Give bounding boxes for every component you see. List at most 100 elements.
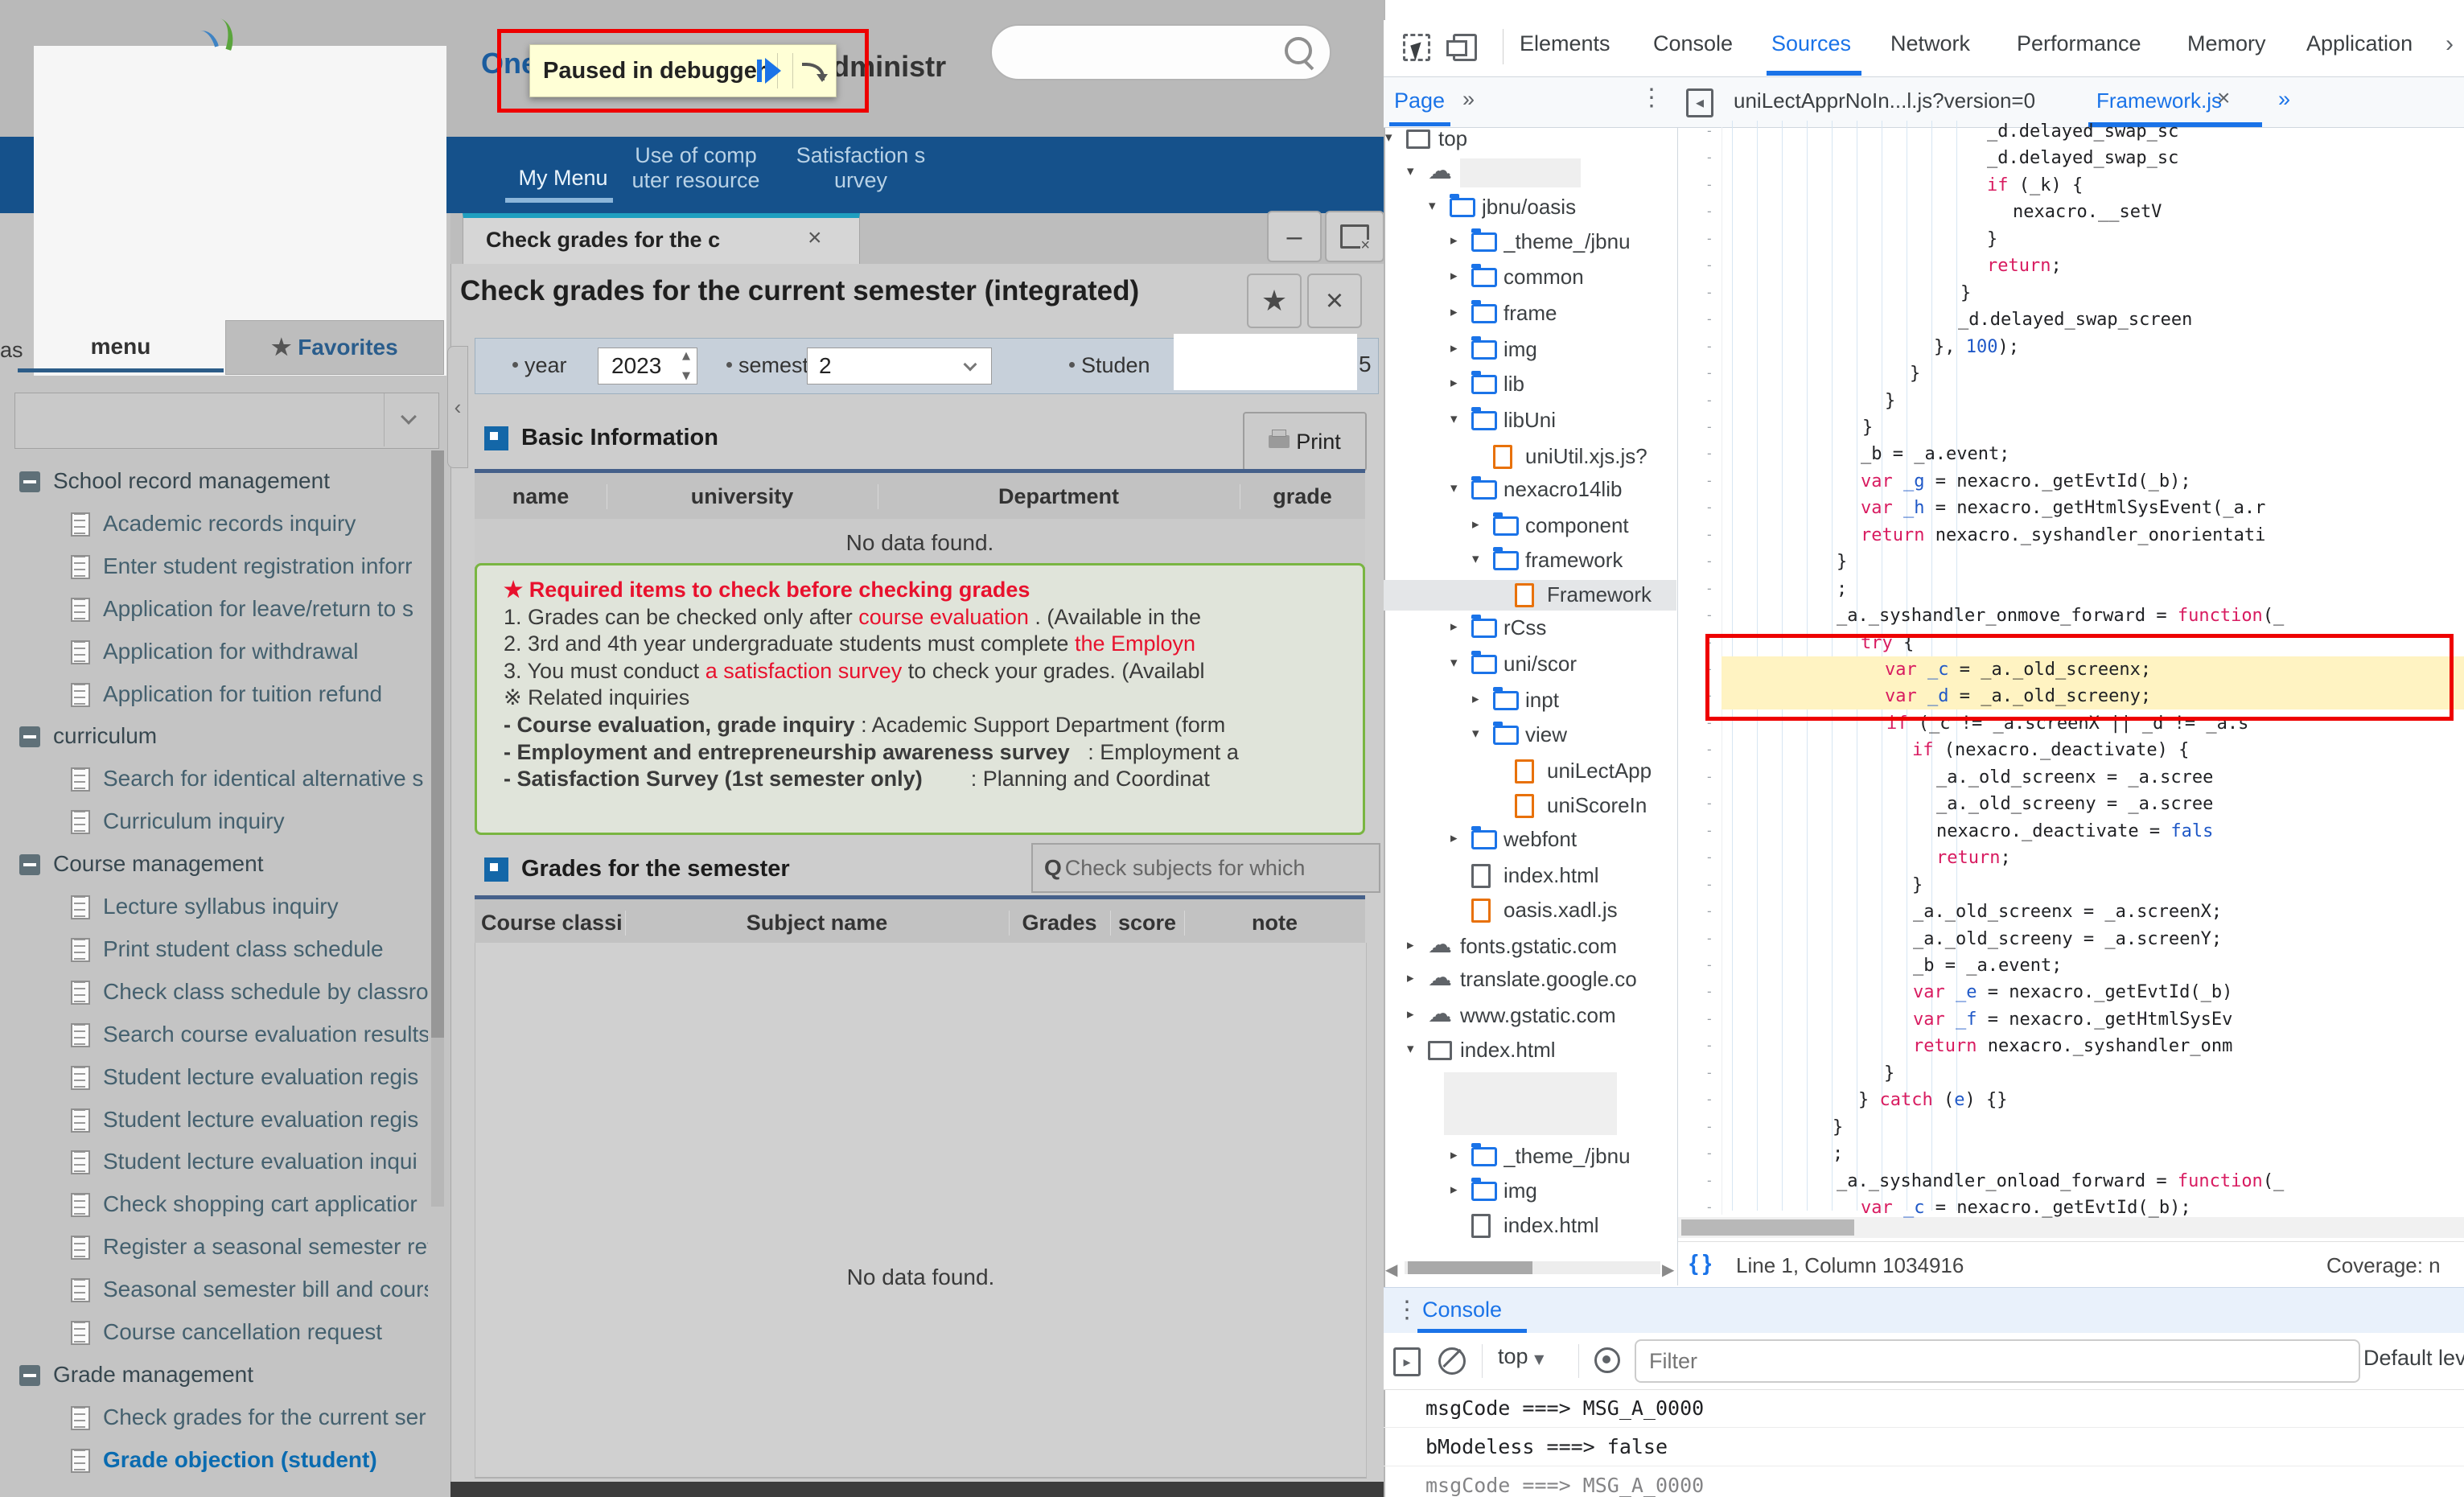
sidebar-item[interactable]: Lecture syllabus inquiry: [103, 894, 428, 919]
top-search-input[interactable]: [1011, 32, 1280, 71]
tree-item[interactable]: www.gstatic.com: [1460, 1003, 1616, 1028]
collapse-icon[interactable]: [19, 1365, 40, 1386]
code-line[interactable]: return;: [1936, 845, 2011, 871]
tree-item[interactable]: framework: [1525, 548, 1623, 573]
gutter-mark[interactable]: -: [1705, 849, 1713, 865]
clear-console-icon[interactable]: [1438, 1347, 1466, 1375]
file-tab-unilect[interactable]: uniLectApprNoIn...l.js?version=0: [1734, 88, 2035, 113]
code-line[interactable]: }: [1884, 1060, 1894, 1087]
collapsed-arrow-icon[interactable]: ▸: [1407, 970, 1414, 986]
sidebar-item[interactable]: Seasonal semester bill and cours: [103, 1277, 428, 1302]
tree-item[interactable]: jbnu/oasis: [1482, 195, 1576, 220]
tree-item[interactable]: index.html: [1503, 863, 1599, 888]
collapsed-arrow-icon[interactable]: ▸: [1450, 232, 1458, 249]
tree-item[interactable]: img: [1503, 337, 1537, 362]
sidebar-item[interactable]: Grade objection (student): [103, 1447, 428, 1473]
gutter-mark[interactable]: -: [1705, 1065, 1713, 1080]
code-line[interactable]: _a._old_screenx = _a.screenX;: [1913, 899, 2222, 925]
sidebar-item[interactable]: Curriculum inquiry: [103, 808, 428, 834]
code-line[interactable]: if (_k) {: [1987, 172, 2083, 199]
tree-item[interactable]: fonts.gstatic.com: [1460, 934, 1617, 959]
gutter-mark[interactable]: -: [1705, 1145, 1713, 1161]
tree-item[interactable]: nexacro14lib: [1503, 477, 1622, 502]
gutter-mark[interactable]: -: [1705, 957, 1713, 973]
nav-tab-3[interactable]: Satisfaction survey: [772, 143, 949, 193]
gutter-mark[interactable]: -: [1705, 231, 1713, 246]
console-filter-input[interactable]: [1635, 1339, 2360, 1383]
drawer-menu-icon[interactable]: ⋮: [1395, 1296, 1419, 1324]
sidebar-scrollbar-thumb[interactable]: [431, 450, 444, 1038]
gutter-mark[interactable]: -: [1705, 311, 1713, 327]
code-line[interactable]: return;: [1987, 253, 2062, 279]
collapsed-arrow-icon[interactable]: ▸: [1450, 1182, 1458, 1198]
gutter-mark[interactable]: -: [1705, 581, 1713, 596]
column-header[interactable]: Grades: [1009, 911, 1111, 936]
collapsed-arrow-icon[interactable]: ▸: [1450, 268, 1458, 284]
sidebar-group[interactable]: curriculum: [53, 723, 428, 749]
more-tabs-icon[interactable]: »: [1462, 87, 1475, 112]
top-search[interactable]: [990, 24, 1331, 80]
collapsed-arrow-icon[interactable]: ▸: [1450, 830, 1458, 846]
workspace-tab[interactable]: Check grades for the c ×: [463, 213, 860, 264]
console-sidebar-icon[interactable]: ▸: [1393, 1347, 1421, 1376]
code-line[interactable]: }: [1862, 414, 1873, 441]
collapsed-arrow-icon[interactable]: ▸: [1407, 937, 1414, 953]
sidebar-item[interactable]: Search course evaluation results: [103, 1022, 428, 1047]
code-line[interactable]: _b = _a.event;: [1861, 441, 2009, 467]
console-message[interactable]: msgCode ===> MSG_A_0000: [1384, 1466, 2464, 1497]
nav-tab-2[interactable]: Use of computer resource: [607, 143, 784, 193]
gutter-mark[interactable]: -: [1705, 742, 1713, 757]
column-header[interactable]: note: [1184, 911, 1365, 936]
code-line[interactable]: _a._old_screenx = _a.scree: [1936, 764, 2213, 791]
code-line[interactable]: _a._syshandler_onload_forward = function…: [1837, 1168, 2284, 1195]
tree-item[interactable]: libUni: [1503, 408, 1556, 433]
sidebar-item[interactable]: Check shopping cart applicatior: [103, 1191, 428, 1217]
sidebar-collapse-handle[interactable]: ‹: [447, 346, 468, 468]
tree-item[interactable]: view: [1525, 722, 1567, 747]
tree-item[interactable]: _theme_/jbnu: [1503, 1144, 1631, 1169]
tree-item[interactable]: uniLectApp: [1547, 759, 1652, 783]
tree-item[interactable]: uniScoreIn: [1547, 793, 1647, 818]
gutter-mark[interactable]: -: [1705, 204, 1713, 219]
sidebar-group[interactable]: Grade management: [53, 1362, 428, 1388]
sidebar-item[interactable]: Student lecture evaluation regis: [103, 1064, 428, 1090]
sidebar-scrollbar[interactable]: [431, 450, 444, 1207]
gutter-mark[interactable]: -: [1705, 931, 1713, 946]
devtools-tab-memory[interactable]: Memory: [2187, 31, 2266, 56]
expanded-arrow-icon[interactable]: ▾: [1407, 1041, 1414, 1057]
gutter-mark[interactable]: -: [1705, 823, 1713, 838]
code-line[interactable]: }: [1912, 872, 1923, 899]
code-line[interactable]: var _f = nexacro._getHtmlSysEv: [1913, 1006, 2232, 1033]
sidebar-item[interactable]: Application for withdrawal: [103, 639, 428, 664]
show-navigator-icon[interactable]: ◂: [1686, 88, 1713, 117]
search-icon[interactable]: [1285, 37, 1312, 64]
sidebar-item[interactable]: Print student class schedule: [103, 936, 428, 962]
semester-select[interactable]: 2: [807, 348, 992, 385]
code-line[interactable]: } catch (e) {}: [1858, 1087, 2007, 1113]
gutter-mark[interactable]: -: [1705, 796, 1713, 811]
code-line[interactable]: nexacro._deactivate = fals: [1936, 818, 2213, 845]
gutter-mark[interactable]: -: [1705, 446, 1713, 461]
tree-item[interactable]: oasis.xadl.js: [1503, 898, 1618, 923]
column-header[interactable]: grade: [1240, 484, 1365, 509]
column-header[interactable]: Department: [878, 484, 1240, 509]
code-line[interactable]: nexacro.__setV: [2013, 199, 2162, 225]
year-spinner[interactable]: 2023 ▲ ▼: [598, 348, 697, 385]
gutter-mark[interactable]: -: [1705, 903, 1713, 919]
code-line[interactable]: _a._old_screeny = _a.screenY;: [1913, 926, 2222, 952]
code-line[interactable]: }: [1987, 226, 1997, 253]
favorite-star-button[interactable]: ★: [1247, 273, 1302, 328]
check-subjects-button[interactable]: Q Check subjects for which: [1031, 843, 1380, 893]
gutter-mark[interactable]: -: [1705, 769, 1713, 784]
code-line[interactable]: _a._old_screeny = _a.scree: [1936, 791, 2213, 817]
code-line[interactable]: var _g = nexacro._getEvtId(_b);: [1861, 468, 2191, 495]
more-panels-icon[interactable]: ›: [2445, 31, 2454, 58]
tree-item[interactable]: uni/scor: [1503, 652, 1577, 677]
code-line[interactable]: var _c = nexacro._getEvtId(_b);: [1861, 1195, 2191, 1221]
gutter-mark[interactable]: -: [1705, 339, 1713, 354]
sidebar-item[interactable]: Student lecture evaluation inqui: [103, 1149, 428, 1174]
tree-item[interactable]: frame: [1503, 301, 1557, 326]
gutter-mark[interactable]: -: [1705, 1038, 1713, 1053]
workspace-tab-close-icon[interactable]: ×: [808, 224, 822, 252]
column-header[interactable]: score: [1110, 911, 1185, 936]
